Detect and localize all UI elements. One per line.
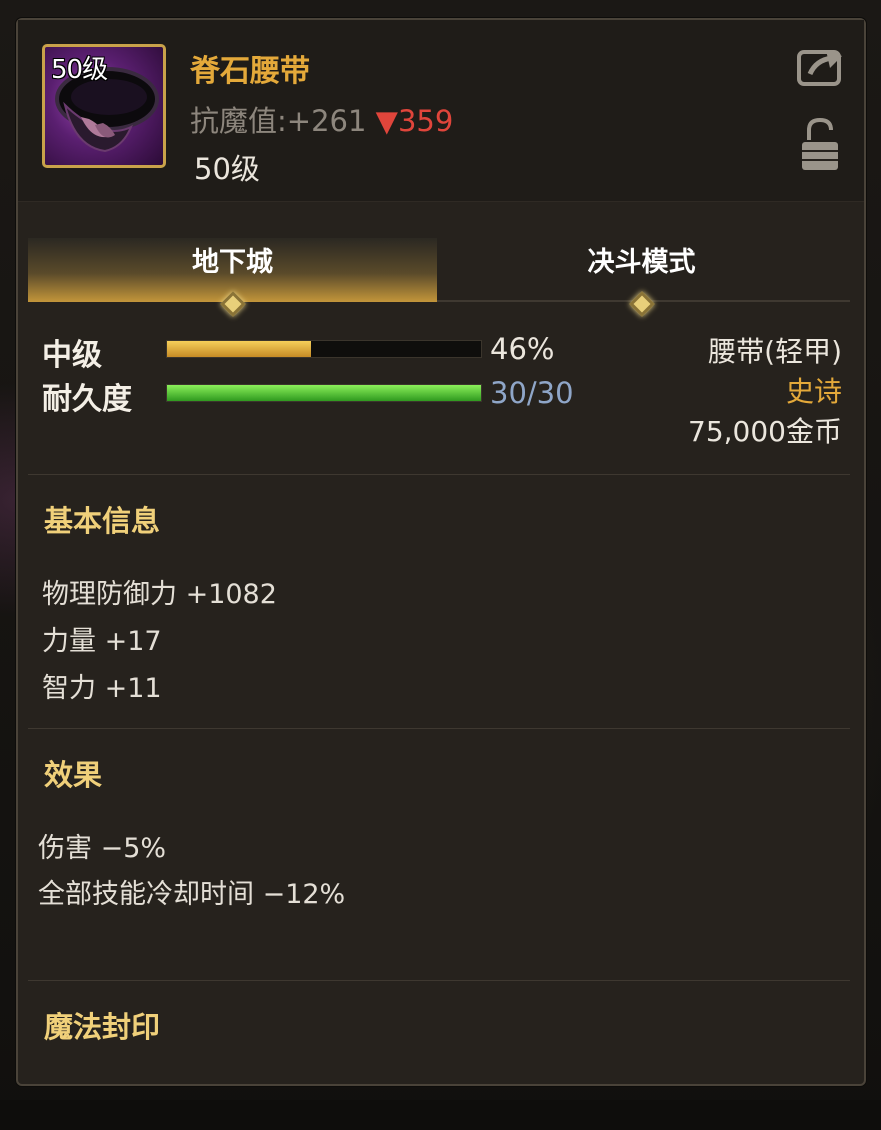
grade-label: 中级 [42,338,102,373]
diamond-icon [628,291,655,317]
durability-bar-fill [167,385,481,401]
effect-line: 伤害 −5% [38,833,167,864]
tab-duel[interactable]: 决斗模式 [437,238,846,317]
item-icon[interactable]: 50级 [42,44,166,168]
divider [28,474,850,475]
durability-value: 30/30 [490,376,574,410]
item-rarity: 史诗 [785,375,842,408]
stat-diff-value: 359 [397,104,454,138]
share-icon[interactable] [796,44,846,88]
item-price: 75,000金币 [688,415,842,448]
tab-dungeon[interactable]: 地下城 [28,238,437,317]
tab-duel-label: 决斗模式 [587,247,696,278]
effect-title: 效果 [44,758,103,792]
item-header: 50级 脊石腰带 抗魔值:+261 ▼359 50级 [18,20,864,202]
stat-label: 抗魔值: [190,104,287,138]
grade-bar-fill [167,341,312,357]
durability-label: 耐久度 [42,382,132,417]
item-name: 脊石腰带 [190,54,310,89]
durability-bar [166,384,482,402]
bottom-strip [0,1100,881,1130]
diamond-icon [219,291,246,317]
item-type: 腰带(轻甲) [708,335,842,368]
down-arrow-icon: ▼ [375,104,398,138]
tab-dungeon-label: 地下城 [192,247,273,278]
stat-diff: ▼359 [376,104,454,138]
grade-value: 46% [490,332,555,366]
grade-bar [166,340,482,358]
icon-level-badge: 50级 [51,55,108,85]
basic-info-line: 物理防御力 +1082 [42,579,277,610]
item-tooltip-panel: 50级 脊石腰带 抗魔值:+261 ▼359 50级 地下城 决斗模式 中级 4… [16,18,866,1086]
effect-line: 全部技能冷却时间 −12% [38,879,346,910]
basic-info-line: 智力 +11 [42,673,162,704]
lock-icon[interactable] [800,116,840,172]
divider [28,980,850,981]
item-level: 50级 [194,152,260,186]
basic-info-title: 基本信息 [44,504,161,538]
divider [28,728,850,729]
basic-info-line: 力量 +17 [42,626,162,657]
stat-value: +261 [286,104,367,138]
mode-tabs: 地下城 决斗模式 [28,238,850,317]
magic-seal-title: 魔法封印 [44,1010,161,1044]
magic-resist-line: 抗魔值:+261 ▼359 [190,98,453,140]
